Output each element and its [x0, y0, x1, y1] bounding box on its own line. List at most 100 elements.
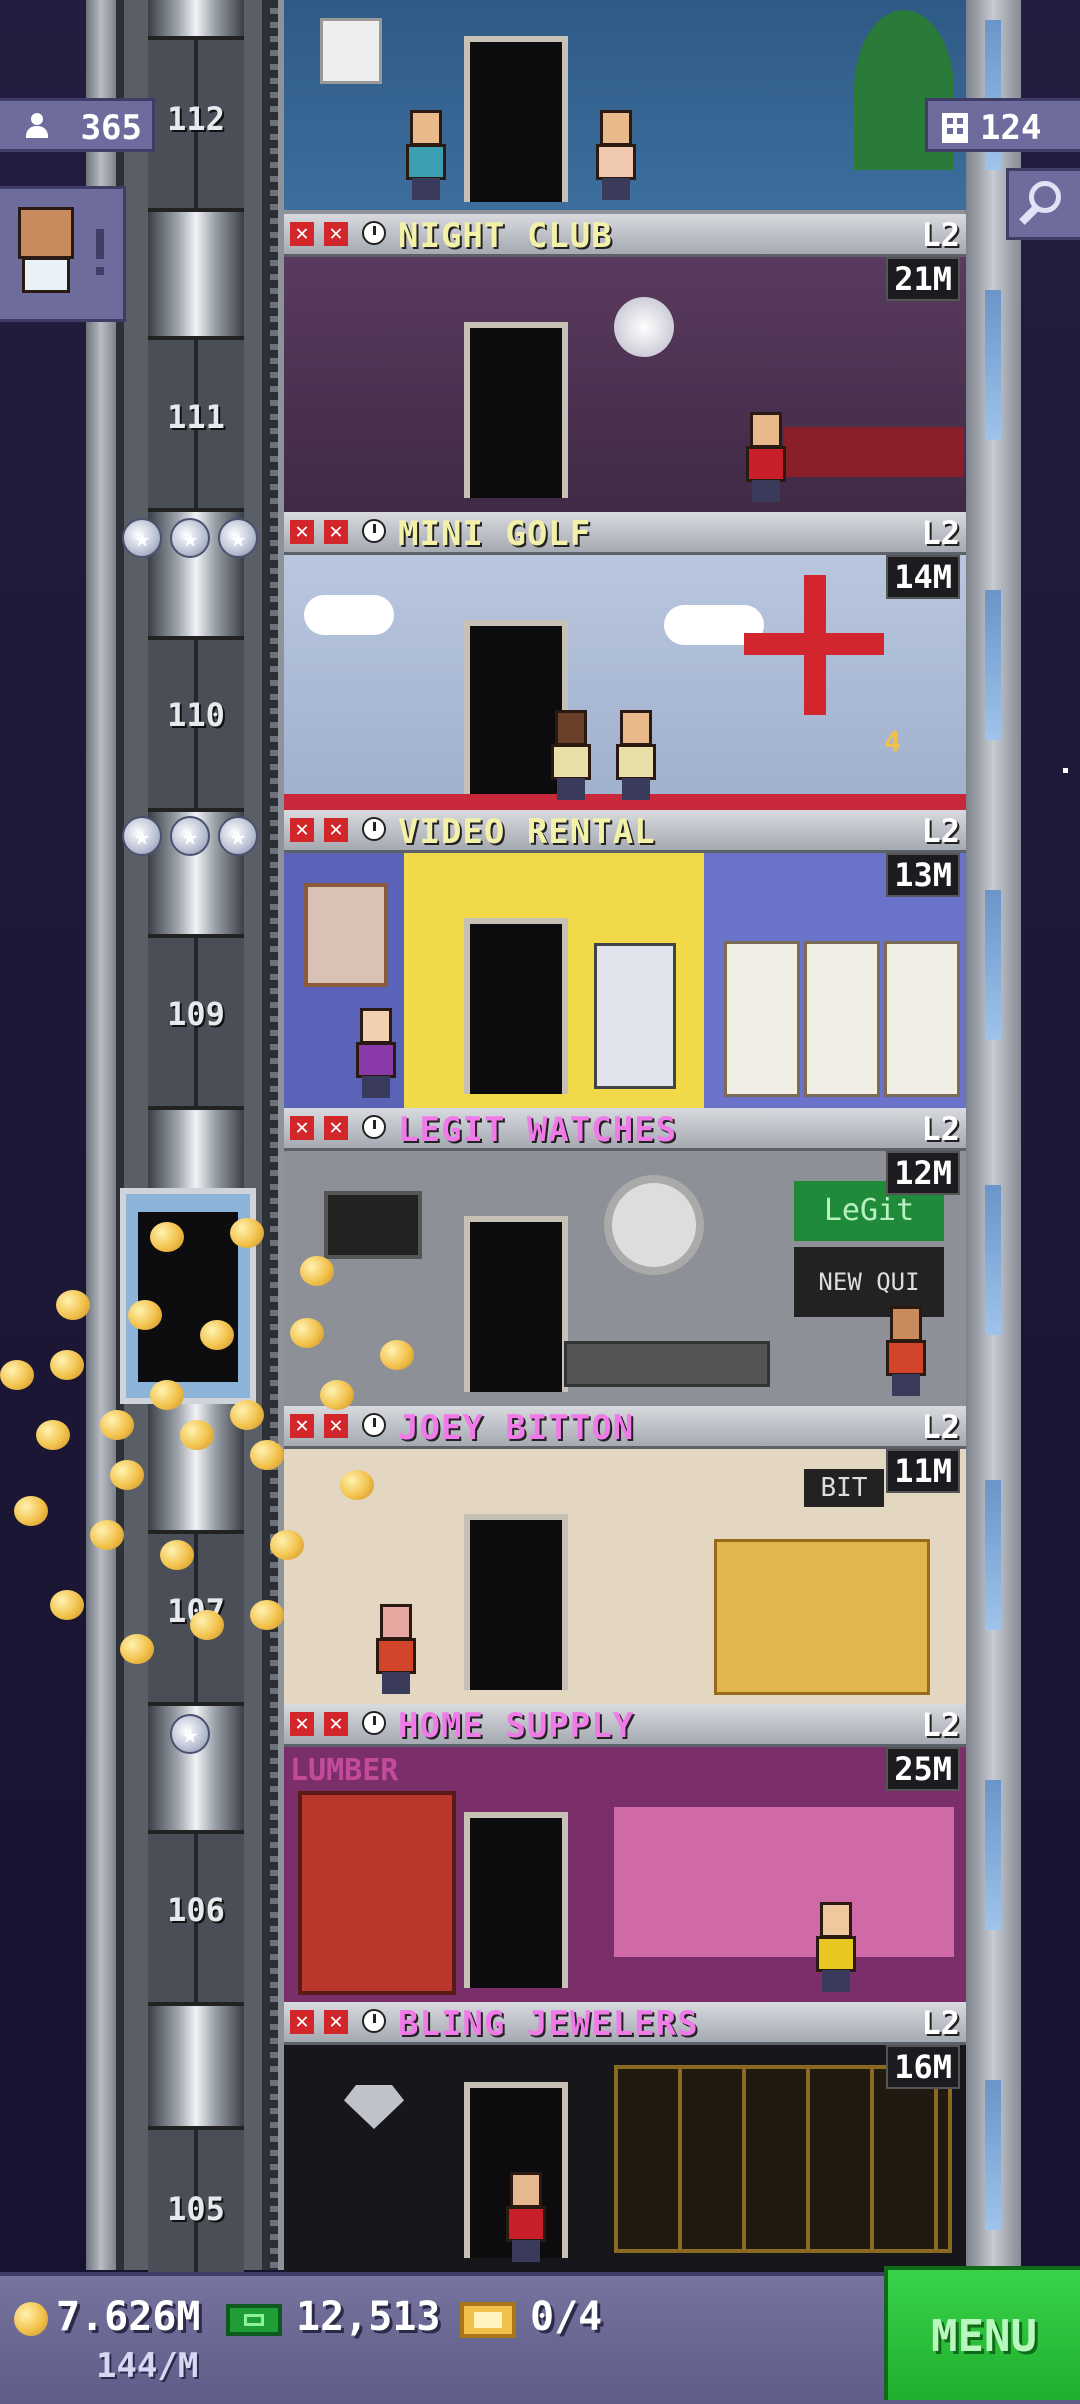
- room-name: LEGIT WATCHES: [398, 1110, 678, 1150]
- coin-icon: [14, 2302, 48, 2336]
- bitizen-avatar: [18, 207, 74, 259]
- background-star: [1063, 768, 1068, 773]
- x-icon: ✕: [324, 1712, 348, 1736]
- room-name: VIDEO RENTAL: [398, 812, 656, 852]
- wall-clock: [604, 1175, 704, 1275]
- boutique-sign: BIT: [804, 1469, 884, 1507]
- jewelry-cabinet: [614, 2065, 952, 2253]
- bitizen[interactable]: [354, 1008, 398, 1098]
- star-icon: ★: [170, 1714, 210, 1754]
- bitizen-alert-button[interactable]: [0, 186, 126, 322]
- tower-window: [985, 2080, 1001, 2230]
- lumber-sign: LUMBER: [290, 1753, 399, 1788]
- tower-window: [985, 290, 1001, 440]
- x-icon: ✕: [324, 1116, 348, 1140]
- clock-icon: [362, 221, 386, 245]
- bitizen[interactable]: [374, 1604, 418, 1694]
- x-icon: ✕: [290, 520, 314, 544]
- star-icon: ★: [218, 816, 258, 856]
- floor-number-105: 105: [167, 2190, 225, 2228]
- clock-icon: [362, 519, 386, 543]
- floor-number-106: 106: [167, 1891, 225, 1929]
- bitizen[interactable]: [884, 1306, 928, 1396]
- room-stock: 16M: [886, 2045, 960, 2089]
- room-door[interactable]: [464, 1216, 568, 1392]
- floor-number-112: 112: [167, 100, 225, 138]
- x-icon: ✕: [290, 1116, 314, 1140]
- exclamation-icon: [96, 229, 104, 275]
- ticket-count[interactable]: 0/4: [530, 2294, 602, 2340]
- diamond-logo: [344, 2085, 404, 2129]
- bitizen[interactable]: [744, 412, 788, 502]
- bux-balance[interactable]: 12,513: [296, 2294, 441, 2340]
- room-door[interactable]: [464, 322, 568, 498]
- x-icon: ✕: [290, 1712, 314, 1736]
- room-header: ✕ ✕ BLING JEWELERS L2: [284, 2002, 966, 2045]
- bitizen[interactable]: [614, 710, 658, 800]
- windmill: [744, 575, 884, 715]
- tower-window: [985, 890, 1001, 1040]
- room-stock: 13M: [886, 853, 960, 897]
- floor-number-110: 110: [167, 696, 225, 734]
- coin-rate: 144/M: [96, 2346, 199, 2386]
- star-icon: ★: [122, 816, 162, 856]
- room-video-rental[interactable]: ✕ ✕ VIDEO RENTAL L2 13M: [284, 810, 966, 1108]
- room-level: L2: [921, 514, 960, 552]
- video-shelf: [804, 941, 880, 1097]
- disco-ball: [614, 297, 674, 357]
- bitizen[interactable]: [814, 1902, 858, 1992]
- x-icon: ✕: [324, 222, 348, 246]
- tower-window: [985, 1480, 1001, 1630]
- room-stock: 25M: [886, 1747, 960, 1791]
- x-icon: ✕: [290, 818, 314, 842]
- room-door[interactable]: [464, 36, 568, 202]
- wall-tv: [324, 1191, 422, 1259]
- room-door[interactable]: [464, 918, 568, 1094]
- x-icon: ✕: [290, 222, 314, 246]
- bitizen[interactable]: [549, 710, 593, 800]
- room-mini-golf[interactable]: ✕ ✕ MINI GOLF L2 4 14M: [284, 512, 966, 810]
- lumber-rack: [298, 1791, 456, 1995]
- menu-button[interactable]: MENU: [884, 2266, 1080, 2400]
- room-header: ✕ ✕ MINI GOLF L2: [284, 512, 966, 555]
- building-icon: [942, 113, 968, 143]
- ticket-icon: [460, 2302, 516, 2338]
- bux-icon: [226, 2304, 282, 2336]
- star-icon: ★: [170, 816, 210, 856]
- bitizen[interactable]: [504, 2172, 548, 2262]
- clock-icon: [362, 1115, 386, 1139]
- tower-left-wall: [86, 0, 116, 2270]
- room-door[interactable]: [464, 1514, 568, 1690]
- room-level: L2: [921, 2004, 960, 2042]
- coin-balance[interactable]: 7.626M: [56, 2294, 201, 2340]
- room-stock: 21M: [886, 257, 960, 301]
- x-icon: ✕: [290, 1414, 314, 1438]
- population-counter[interactable]: 365: [0, 98, 155, 152]
- notice-board: [320, 18, 382, 84]
- elevator-track: [270, 0, 278, 2270]
- floor-number-111: 111: [167, 398, 225, 436]
- room-night-club[interactable]: ✕ ✕ NIGHT CLUB L2 21M: [284, 214, 966, 512]
- star-icon: ★: [170, 518, 210, 558]
- room-stock: 11M: [886, 1449, 960, 1493]
- bitizen-icon: [24, 113, 50, 139]
- room-top-partial[interactable]: [284, 0, 966, 214]
- star-icon: ★: [218, 518, 258, 558]
- search-button[interactable]: [1006, 168, 1080, 240]
- bitizen[interactable]: [404, 110, 448, 200]
- room-level: L2: [921, 216, 960, 254]
- shaft-rail: [116, 0, 124, 2270]
- watch-display-case: [564, 1341, 770, 1387]
- clock-icon: [362, 1413, 386, 1437]
- room-joey-bitton[interactable]: ✕ ✕ JOEY BITTON L2 BIT 11M: [284, 1406, 966, 1704]
- pegboard-wall: [614, 1807, 954, 1957]
- bitizen[interactable]: [594, 110, 638, 200]
- room-door[interactable]: [464, 1812, 568, 1988]
- floor-counter[interactable]: 124: [925, 98, 1080, 152]
- room-bling-jewelers[interactable]: ✕ ✕ BLING JEWELERS L2 16M: [284, 2002, 966, 2272]
- tower-window: [985, 1780, 1001, 1930]
- room-home-supply[interactable]: ✕ ✕ HOME SUPPLY L2 LUMBER 25M: [284, 1704, 966, 2002]
- room-name: BLING JEWELERS: [398, 2004, 699, 2044]
- floor-count-value: 124: [980, 108, 1042, 148]
- video-shelf: [884, 941, 960, 1097]
